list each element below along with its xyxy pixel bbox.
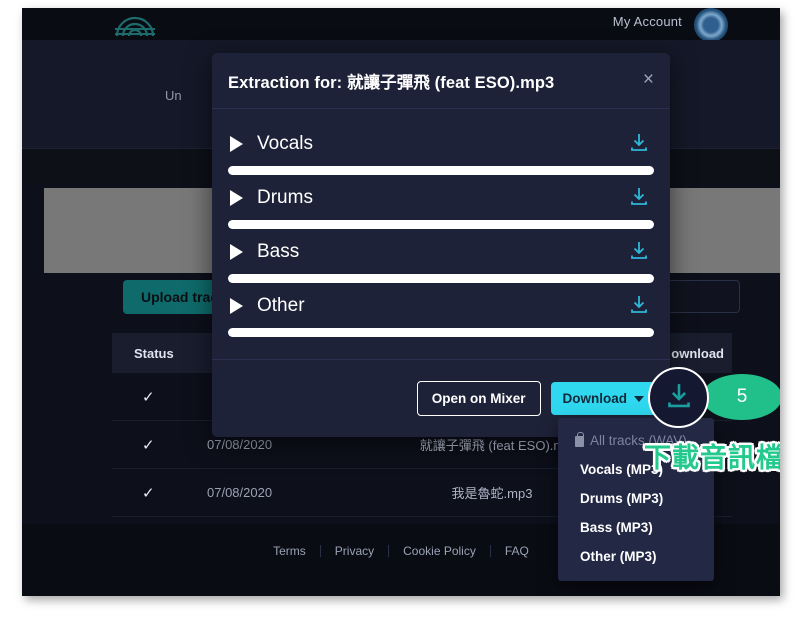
stem-label: Other xyxy=(257,295,305,316)
stem-label: Drums xyxy=(257,187,313,208)
waveform-bar[interactable] xyxy=(228,166,654,175)
waveform-bar[interactable] xyxy=(228,274,654,283)
stem-row-vocals: Vocals xyxy=(226,125,656,175)
modal-header: Extraction for: 就讓子彈飛 (feat ESO).mp3 × xyxy=(212,53,670,109)
download-dropdown-button[interactable]: Download xyxy=(550,382,656,415)
download-button-label: Download xyxy=(562,391,628,406)
stem-label: Vocals xyxy=(257,133,313,154)
highlight-circle xyxy=(648,367,709,428)
play-icon[interactable] xyxy=(230,136,243,152)
stem-row-drums: Drums xyxy=(226,179,656,229)
footer-link-terms[interactable]: Terms xyxy=(259,545,321,557)
download-icon[interactable] xyxy=(628,131,650,158)
play-icon[interactable] xyxy=(230,298,243,314)
step-number: 5 xyxy=(736,386,748,407)
row-status: ✓ xyxy=(142,436,155,454)
row-status: ✓ xyxy=(142,484,155,502)
waveform-bar[interactable] xyxy=(228,328,654,337)
dropdown-item-bass-mp3[interactable]: Bass (MP3) xyxy=(558,513,714,542)
column-header-status: Status xyxy=(134,345,174,361)
play-icon[interactable] xyxy=(230,244,243,260)
subheader-text: Un xyxy=(165,88,182,103)
dropdown-item-other-mp3[interactable]: Other (MP3) xyxy=(558,542,714,571)
waveform-logo-icon[interactable] xyxy=(107,10,163,38)
chevron-down-icon xyxy=(634,395,644,402)
avatar[interactable] xyxy=(694,8,728,42)
stem-row-bass: Bass xyxy=(226,233,656,283)
app-window: My Account Un Upload track Status ownloa… xyxy=(22,8,780,596)
download-icon[interactable] xyxy=(628,239,650,266)
footer-links: Terms Privacy Cookie Policy FAQ xyxy=(259,545,543,557)
row-date: 07/08/2020 xyxy=(207,485,273,500)
download-icon[interactable] xyxy=(664,380,694,415)
my-account-link[interactable]: My Account xyxy=(613,14,682,29)
top-navigation-bar: My Account xyxy=(22,8,780,42)
play-icon[interactable] xyxy=(230,190,243,206)
dropdown-item-drums-mp3[interactable]: Drums (MP3) xyxy=(558,484,714,513)
modal-title: Extraction for: 就讓子彈飛 (feat ESO).mp3 xyxy=(228,73,555,92)
open-on-mixer-button[interactable]: Open on Mixer xyxy=(416,381,541,416)
lock-icon xyxy=(575,432,584,447)
waveform-bar[interactable] xyxy=(228,220,654,229)
extraction-modal: Extraction for: 就讓子彈飛 (feat ESO).mp3 × V… xyxy=(212,53,670,437)
close-icon[interactable]: × xyxy=(643,70,654,89)
footer-link-privacy[interactable]: Privacy xyxy=(321,545,390,557)
row-date: 07/08/2020 xyxy=(207,437,273,452)
footer-link-faq[interactable]: FAQ xyxy=(491,545,543,557)
download-icon[interactable] xyxy=(628,293,650,320)
modal-body: Vocals Drums Bass Other xyxy=(212,109,670,337)
step-callout-bubble: 5 xyxy=(680,374,780,420)
download-icon[interactable] xyxy=(628,185,650,212)
stem-row-other: Other xyxy=(226,287,656,337)
footer-link-cookie-policy[interactable]: Cookie Policy xyxy=(389,545,491,557)
row-status: ✓ xyxy=(142,388,155,406)
annotation-note: 下載音訊檔 xyxy=(644,443,780,473)
stem-label: Bass xyxy=(257,241,300,262)
